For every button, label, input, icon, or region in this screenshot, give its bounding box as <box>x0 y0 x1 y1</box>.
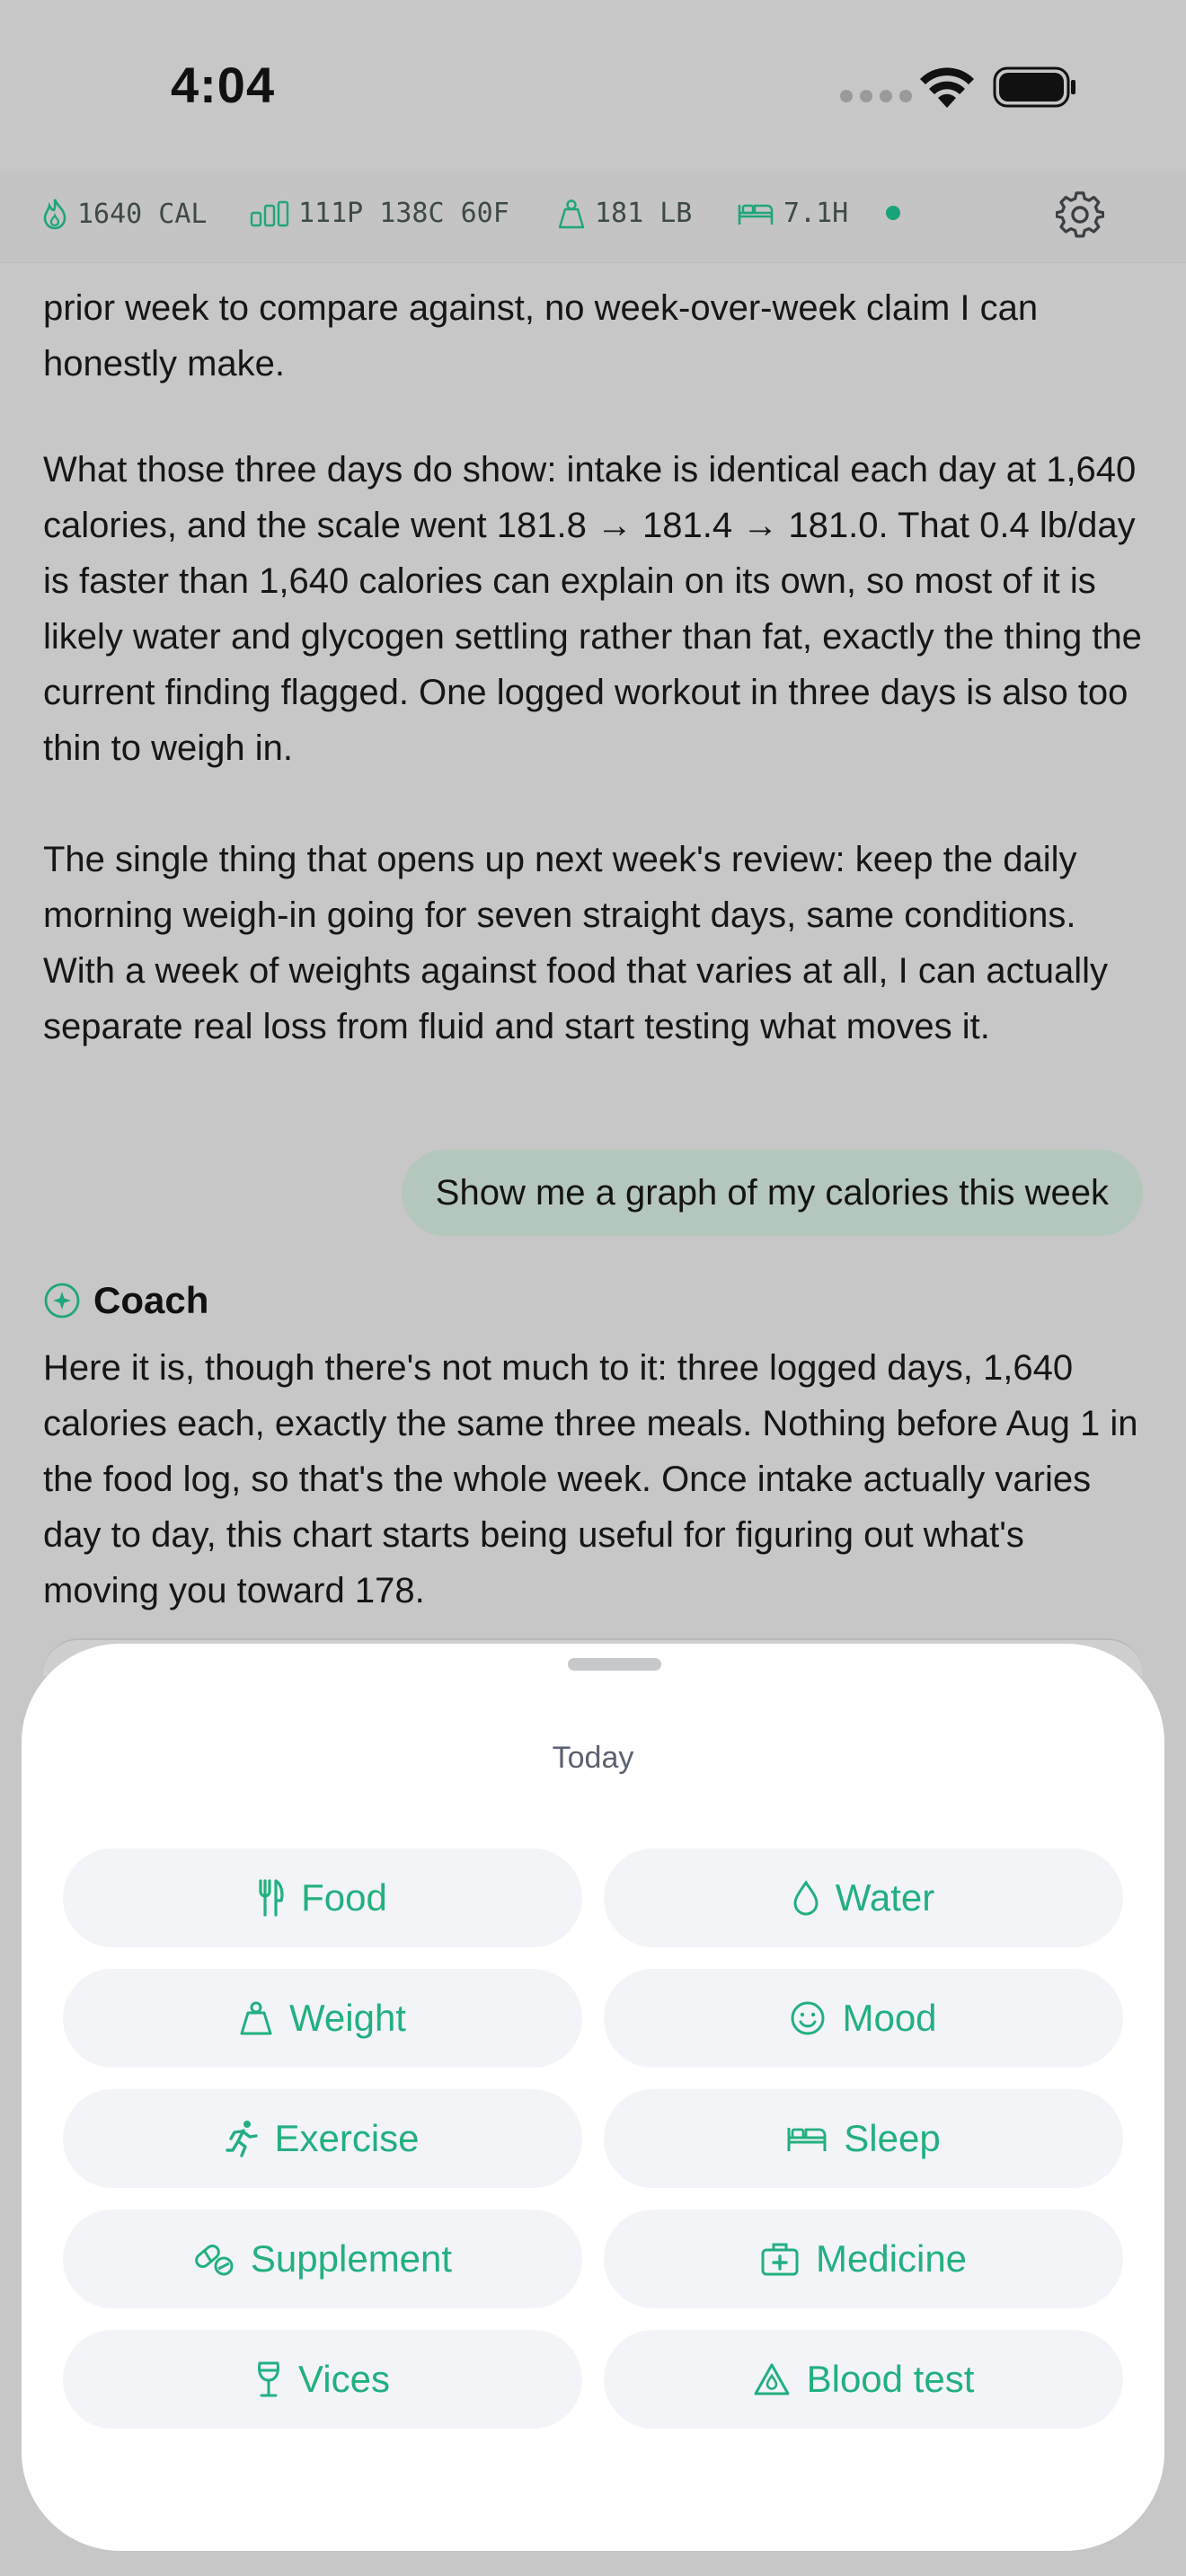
tile-label: Sleep <box>844 2117 941 2159</box>
user-message-bubble: Show me a graph of my calories this week <box>401 1150 1143 1236</box>
log-blood-test-button[interactable]: Blood test <box>604 2330 1123 2429</box>
running-figure-icon <box>226 2121 259 2157</box>
pills-icon <box>195 2245 234 2276</box>
macros-value: 111P 138C 60F <box>298 198 509 229</box>
log-tiles-grid: Food Water Weight Mood Exercise Sleep Su… <box>63 1848 1123 2429</box>
sheet-grabber[interactable] <box>568 1658 661 1671</box>
log-food-button[interactable]: Food <box>63 1848 582 1947</box>
weight-metric[interactable]: 181 LB <box>557 198 692 229</box>
smiley-face-icon <box>791 2001 825 2035</box>
flame-icon <box>43 198 66 230</box>
sleep-value: 7.1H <box>783 198 849 229</box>
calories-value: 1640 CAL <box>77 198 208 230</box>
sleep-metric[interactable]: 7.1H <box>737 198 848 229</box>
scale-weight-icon <box>558 198 585 228</box>
fork-knife-icon <box>259 1879 284 1917</box>
tile-label: Food <box>301 1876 387 1919</box>
log-vices-button[interactable]: Vices <box>63 2330 582 2429</box>
tile-label: Vices <box>298 2358 390 2400</box>
log-mood-button[interactable]: Mood <box>604 1969 1123 2068</box>
metrics-bar: 1640 CAL 111P 138C 60F 181 LB 7.1H <box>0 171 1186 263</box>
log-water-button[interactable]: Water <box>604 1848 1123 1947</box>
scale-weight-icon <box>240 2001 272 2035</box>
live-status-dot <box>886 206 900 220</box>
macros-metric[interactable]: 111P 138C 60F <box>250 198 509 229</box>
wifi-icon <box>920 67 974 108</box>
battery-icon <box>993 66 1075 108</box>
today-log-sheet: Today Food Water Weight Mood Exercise Sl… <box>22 1644 1164 2551</box>
coach-compass-icon <box>44 1283 80 1319</box>
coach-name: Coach <box>93 1279 209 1321</box>
tile-label: Mood <box>842 1997 937 2039</box>
tile-label: Supplement <box>250 2237 453 2280</box>
macros-bars-icon <box>250 200 289 226</box>
log-sleep-button[interactable]: Sleep <box>604 2089 1123 2188</box>
sheet-title: Today <box>552 1741 634 1775</box>
log-medicine-button[interactable]: Medicine <box>604 2210 1123 2308</box>
gear-icon[interactable] <box>1056 190 1104 239</box>
coach-header: Coach <box>43 1279 208 1322</box>
log-supplement-button[interactable]: Supplement <box>63 2210 582 2308</box>
tile-label: Weight <box>289 1997 406 2039</box>
assistant-paragraph: prior week to compare against, no week-o… <box>43 288 1039 384</box>
log-exercise-button[interactable]: Exercise <box>63 2089 582 2188</box>
tile-label: Blood test <box>806 2358 975 2400</box>
user-message-text: Show me a graph of my calories this week <box>435 1172 1109 1213</box>
tile-label: Water <box>835 1876 935 1919</box>
cellular-signal-icon <box>840 90 912 102</box>
bed-icon <box>738 204 774 225</box>
assistant-paragraph: The single thing that opens up next week… <box>43 840 1109 1046</box>
wine-glass-icon <box>258 2361 279 2397</box>
medical-kit-icon <box>761 2243 799 2276</box>
coach-reply: Here it is, though there's not much to i… <box>43 1348 1138 1610</box>
blood-drop-triangle-icon <box>754 2363 790 2395</box>
assistant-paragraph: What those three days do show: intake is… <box>43 450 1142 768</box>
log-weight-button[interactable]: Weight <box>63 1969 582 2068</box>
water-drop-icon <box>793 1880 819 1916</box>
weight-value: 181 LB <box>595 198 693 229</box>
bed-icon <box>787 2128 827 2151</box>
status-bar: 4:04 <box>0 0 1186 171</box>
status-time: 4:04 <box>171 57 276 113</box>
tile-label: Exercise <box>274 2117 420 2159</box>
calories-metric[interactable]: 1640 CAL <box>41 198 208 230</box>
tile-label: Medicine <box>815 2237 968 2280</box>
